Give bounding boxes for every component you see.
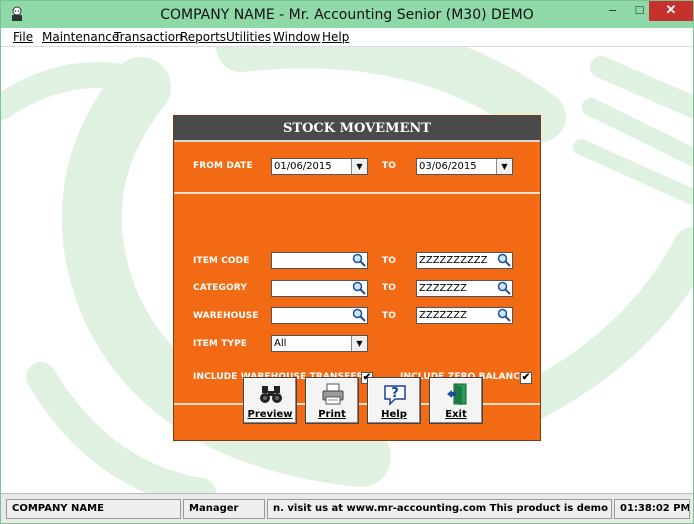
warehouse-to-search-icon[interactable] [495, 308, 512, 323]
to-date-dropdown-button[interactable]: ▼ [496, 159, 512, 174]
item-code-from-search-icon[interactable] [350, 253, 367, 268]
item-type-select[interactable]: All ▼ [271, 335, 368, 352]
menu-file[interactable]: File [13, 30, 33, 44]
from-date-field[interactable]: 01/06/2015 ▼ [271, 158, 368, 175]
category-label: CATEGORY [193, 283, 247, 293]
menu-bar: File Maintenance Transaction Reports Uti… [1, 28, 693, 47]
menu-window[interactable]: Window [273, 30, 320, 44]
minimize-button[interactable]: – [599, 1, 626, 21]
to-date-field[interactable]: 03/06/2015 ▼ [416, 158, 513, 175]
from-date-value: 01/06/2015 [274, 161, 332, 172]
item-type-dropdown-button[interactable]: ▼ [351, 336, 367, 351]
title-bar[interactable]: COMPANY NAME - Mr. Accounting Senior (M3… [1, 1, 693, 28]
warehouse-to-field[interactable]: ZZZZZZZ [416, 307, 513, 324]
status-message: n. visit us at www.mr-accounting.com Thi… [267, 499, 612, 519]
warehouse-label: WAREHOUSE [193, 311, 259, 321]
category-from-search-icon[interactable] [350, 281, 367, 296]
menu-maintenance[interactable]: Maintenance [42, 30, 119, 44]
exit-door-icon [447, 383, 467, 405]
preview-button[interactable]: Preview [243, 377, 297, 424]
status-bar: COMPANY NAME Manager n. visit us at www.… [1, 493, 693, 523]
include-zero-balance-checkbox[interactable]: ✔ [520, 372, 532, 384]
dialog-title: STOCK MOVEMENT [174, 116, 540, 142]
item-code-from-field[interactable] [271, 252, 368, 269]
printer-icon [322, 383, 344, 405]
warehouse-to-label: TO [382, 311, 396, 321]
category-to-value: ZZZZZZZ [419, 283, 467, 294]
status-company: COMPANY NAME [6, 499, 181, 519]
print-button[interactable]: Print [305, 377, 359, 424]
to-date-value: 03/06/2015 [419, 161, 477, 172]
item-code-to-search-icon[interactable] [495, 253, 512, 268]
item-code-to-value: ZZZZZZZZZZ [419, 255, 488, 266]
close-button[interactable]: ✕ [649, 1, 693, 21]
exit-button-label: Exit [445, 409, 467, 420]
item-code-to-field[interactable]: ZZZZZZZZZZ [416, 252, 513, 269]
preview-button-label: Preview [247, 409, 293, 420]
exit-button[interactable]: Exit [429, 377, 483, 424]
item-code-label: ITEM CODE [193, 256, 250, 266]
category-from-field[interactable] [271, 280, 368, 297]
category-to-field[interactable]: ZZZZZZZ [416, 280, 513, 297]
warehouse-to-value: ZZZZZZZ [419, 310, 467, 321]
from-date-label: FROM DATE [193, 161, 253, 171]
print-button-label: Print [318, 409, 346, 420]
warehouse-from-search-icon[interactable] [350, 308, 367, 323]
help-button[interactable]: ? Help [367, 377, 421, 424]
menu-reports[interactable]: Reports [180, 30, 226, 44]
item-type-value: All [274, 338, 287, 349]
separator-top [174, 192, 540, 194]
menu-help[interactable]: Help [322, 30, 349, 44]
help-icon: ? [384, 385, 406, 406]
help-button-label: Help [381, 409, 407, 420]
window-title: COMPANY NAME - Mr. Accounting Senior (M3… [160, 7, 534, 23]
status-time: 01:38:02 PM [614, 499, 690, 519]
app-window: COMPANY NAME - Mr. Accounting Senior (M3… [0, 0, 694, 524]
date-to-label: TO [382, 161, 396, 171]
status-user: Manager [183, 499, 265, 519]
warehouse-from-field[interactable] [271, 307, 368, 324]
item-code-to-label: TO [382, 256, 396, 266]
menu-transaction[interactable]: Transaction [114, 30, 183, 44]
menu-utilities[interactable]: Utilities [226, 30, 271, 44]
binoculars-icon [260, 386, 282, 403]
mdi-client-area: STOCK MOVEMENT FROM DATE 01/06/2015 ▼ TO… [1, 47, 693, 493]
item-type-label: ITEM TYPE [193, 339, 248, 349]
category-to-label: TO [382, 283, 396, 293]
category-to-search-icon[interactable] [495, 281, 512, 296]
from-date-dropdown-button[interactable]: ▼ [351, 159, 367, 174]
svg-text:?: ? [391, 386, 399, 401]
